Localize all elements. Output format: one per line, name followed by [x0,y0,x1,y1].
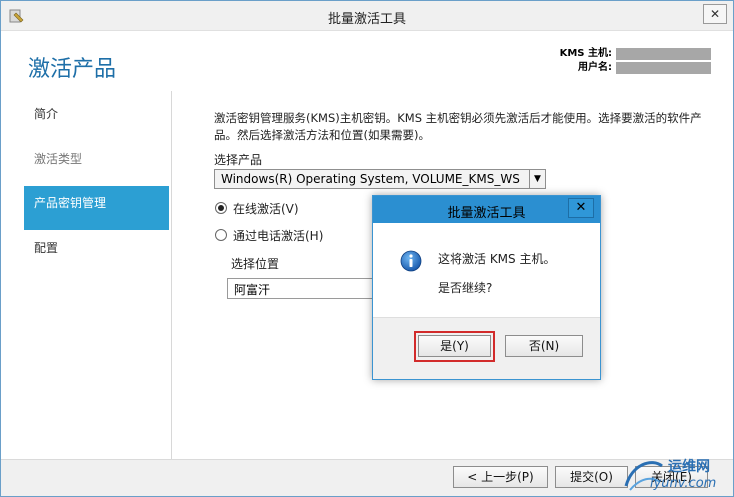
location-label: 选择位置 [231,257,280,271]
sidebar-divider [171,91,172,461]
main-window: 批量激活工具 ✕ 激活产品 KMS 主机: 用户名: 简介 激活类型 产品密钥管… [0,0,734,497]
commit-button[interactable]: 提交(O) [555,466,628,488]
sidebar-item-activation-type[interactable]: 激活类型 [24,142,169,186]
sidebar-item-configuration[interactable]: 配置 [24,231,169,275]
dialog-question: 是否继续? [438,281,493,295]
dialog-title-bar: 批量激活工具 ✕ [373,196,600,223]
back-button[interactable]: < 上一步(P) [453,466,548,488]
kms-host-redacted-value [616,48,711,60]
username-redacted-value [616,62,711,74]
phone-activation-label[interactable]: 通过电话激活(H) [233,227,323,244]
chevron-down-icon[interactable]: ▼ [529,170,545,188]
title-bar: 批量激活工具 ✕ [1,1,733,31]
yes-button[interactable]: 是(Y) [418,335,491,357]
dialog-body: 这将激活 KMS 主机。 是否继续? [373,223,600,317]
confirm-dialog: 批量激活工具 ✕ 这将激活 KMS 主机。 是否继续? 是(Y) 否(N) [372,195,601,380]
window-close-button[interactable]: ✕ [703,4,727,24]
username-label: 用户名: [578,62,612,73]
description-text: 激活密钥管理服务(KMS)主机密钥。KMS 主机密钥必须先激活后才能使用。选择要… [214,111,702,142]
no-button[interactable]: 否(N) [505,335,583,357]
watermark: 运维网 iyunv.com [620,454,725,496]
dialog-footer: 是(Y) 否(N) [373,317,600,379]
sidebar-item-intro[interactable]: 简介 [24,97,169,141]
username-row: 用户名: [560,61,711,75]
online-activation-radio[interactable] [215,202,227,214]
location-field[interactable]: 阿富汗 [227,278,375,299]
product-select-value: Windows(R) Operating System, VOLUME_KMS_… [221,172,521,186]
watermark-url: iyunv.com [650,476,717,491]
info-icon [400,250,422,272]
kms-host-row: KMS 主机: [560,47,711,61]
dialog-title: 批量激活工具 [447,206,526,221]
dialog-close-button[interactable]: ✕ [568,198,594,218]
online-activation-label[interactable]: 在线激活(V) [233,200,299,217]
kms-host-label: KMS 主机: [559,48,612,59]
product-select[interactable]: Windows(R) Operating System, VOLUME_KMS_… [214,169,546,189]
sidebar-item-product-key-management[interactable]: 产品密钥管理 [24,186,169,230]
window-title: 批量激活工具 [327,12,406,27]
product-label: 选择产品 [214,153,263,167]
phone-activation-radio[interactable] [215,229,227,241]
watermark-text: 运维网 [668,459,710,475]
page-title: 激活产品 [28,57,117,82]
host-info: KMS 主机: 用户名: [560,47,711,75]
dialog-message: 这将激活 KMS 主机。 [438,252,556,266]
